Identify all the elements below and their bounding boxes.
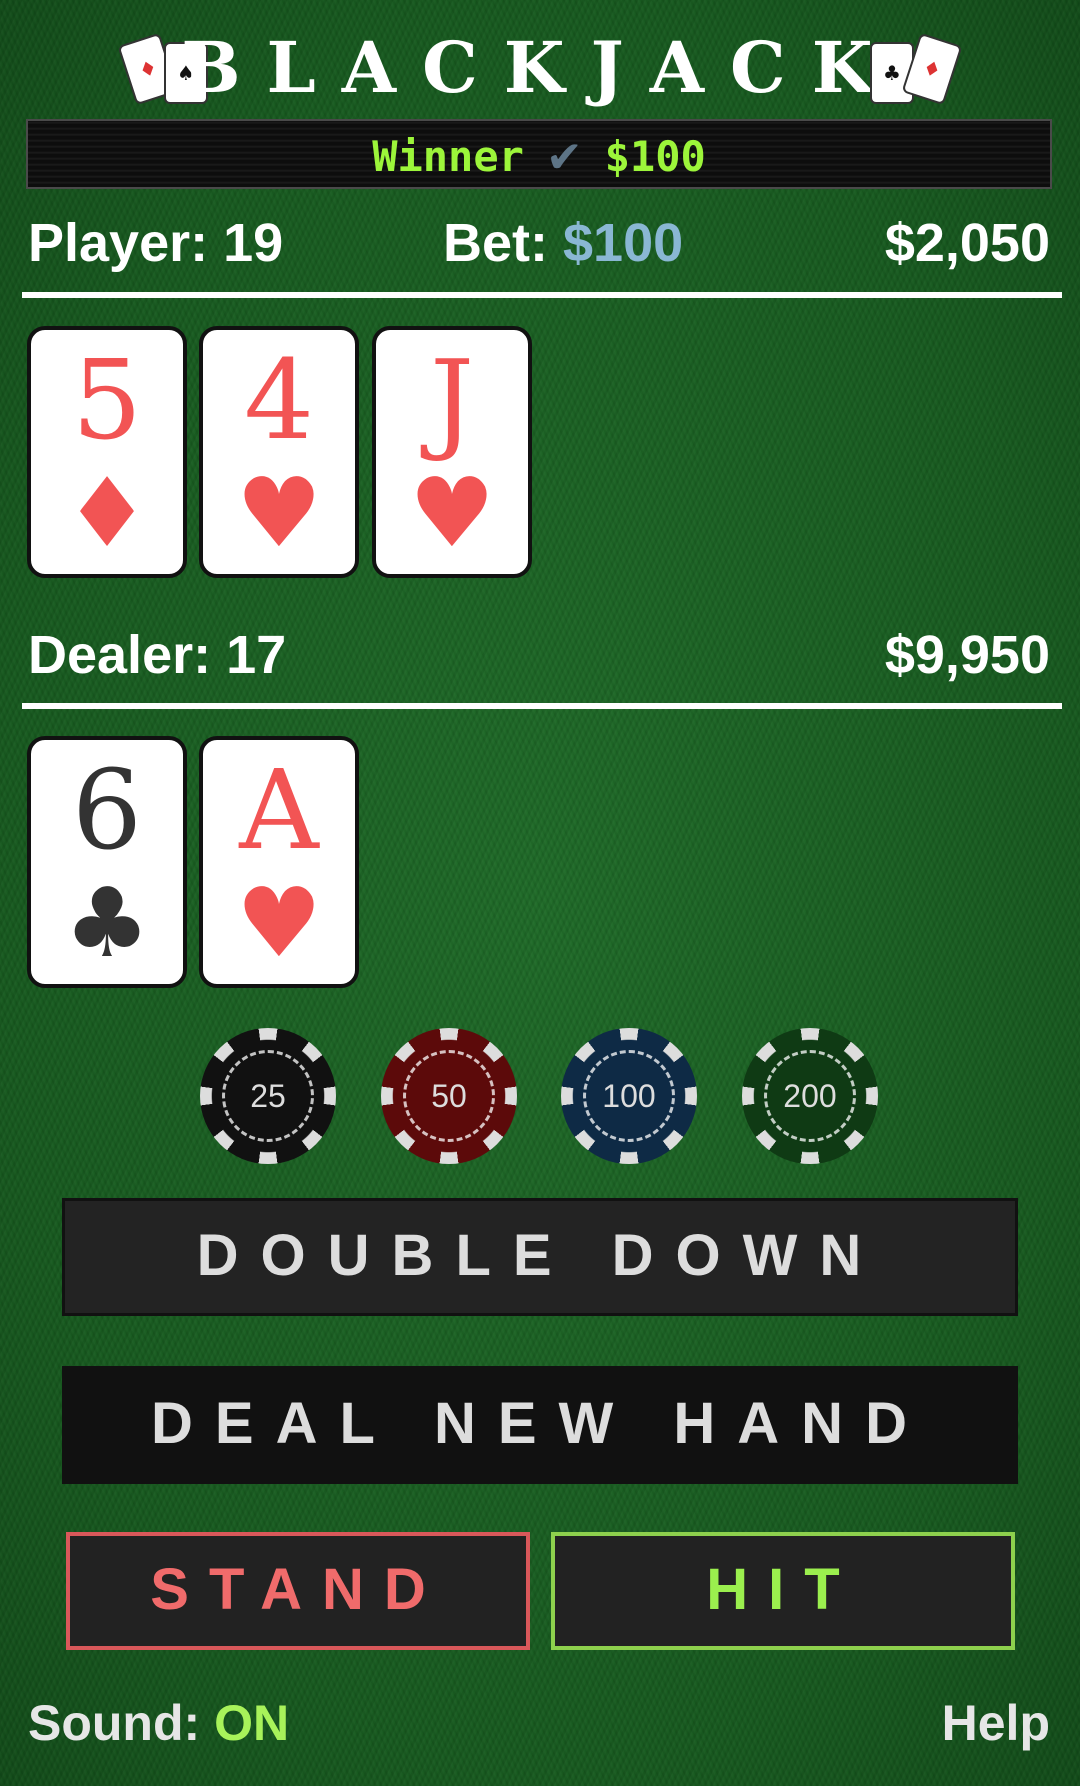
chip-value: 100: [583, 1050, 675, 1142]
club-icon: ♣: [63, 867, 151, 979]
player-divider: [22, 292, 1062, 298]
card-rank: 6: [72, 746, 142, 874]
dealer-card: A ♥: [199, 736, 359, 988]
chip-50[interactable]: 50: [381, 1028, 517, 1164]
hit-button[interactable]: HIT: [551, 1532, 1015, 1650]
dealer-score: Dealer: 17: [28, 625, 287, 685]
card-rank: A: [239, 746, 319, 874]
bet-display: Bet: $100: [443, 212, 683, 274]
chip-25[interactable]: 25: [200, 1028, 336, 1164]
chip-200[interactable]: 200: [742, 1028, 878, 1164]
player-card: 4 ♥: [199, 326, 359, 578]
result-banner: Winner ✔ $100: [26, 119, 1052, 189]
bet-value: $100: [563, 213, 684, 273]
deal-new-hand-button[interactable]: DEAL NEW HAND: [62, 1366, 1018, 1484]
player-bankroll: $2,050: [884, 213, 1050, 273]
result-amount: $100: [604, 132, 706, 181]
card-rank: 5: [72, 336, 142, 464]
chip-value: 25: [222, 1050, 314, 1142]
bet-label: Bet:: [443, 213, 548, 273]
heart-icon: ♥: [408, 457, 496, 569]
playing-cards-right-icon: ♣ ♦: [866, 32, 966, 112]
card-rank: 4: [244, 336, 314, 464]
player-score: Player: 19: [28, 213, 284, 273]
chip-100[interactable]: 100: [561, 1028, 697, 1164]
chip-value: 50: [403, 1050, 495, 1142]
sound-label: Sound:: [28, 1695, 201, 1751]
diamond-icon: ♦: [63, 457, 151, 569]
dealer-card: 6 ♣: [27, 736, 187, 988]
sound-toggle[interactable]: Sound: ON: [28, 1694, 289, 1752]
check-icon: ✔: [549, 125, 580, 183]
help-link[interactable]: Help: [942, 1694, 1050, 1752]
card-rank: J: [429, 336, 475, 464]
player-card: J ♥: [372, 326, 532, 578]
player-card: 5 ♦: [27, 326, 187, 578]
sound-value: ON: [214, 1695, 290, 1751]
stand-button[interactable]: STAND: [66, 1532, 530, 1650]
heart-icon: ♥: [235, 867, 323, 979]
dealer-divider: [22, 703, 1062, 709]
chip-value: 200: [764, 1050, 856, 1142]
double-down-button[interactable]: DOUBLE DOWN: [62, 1198, 1018, 1316]
dealer-bankroll: $9,950: [884, 625, 1050, 685]
heart-icon: ♥: [235, 457, 323, 569]
result-text: Winner: [372, 132, 524, 181]
